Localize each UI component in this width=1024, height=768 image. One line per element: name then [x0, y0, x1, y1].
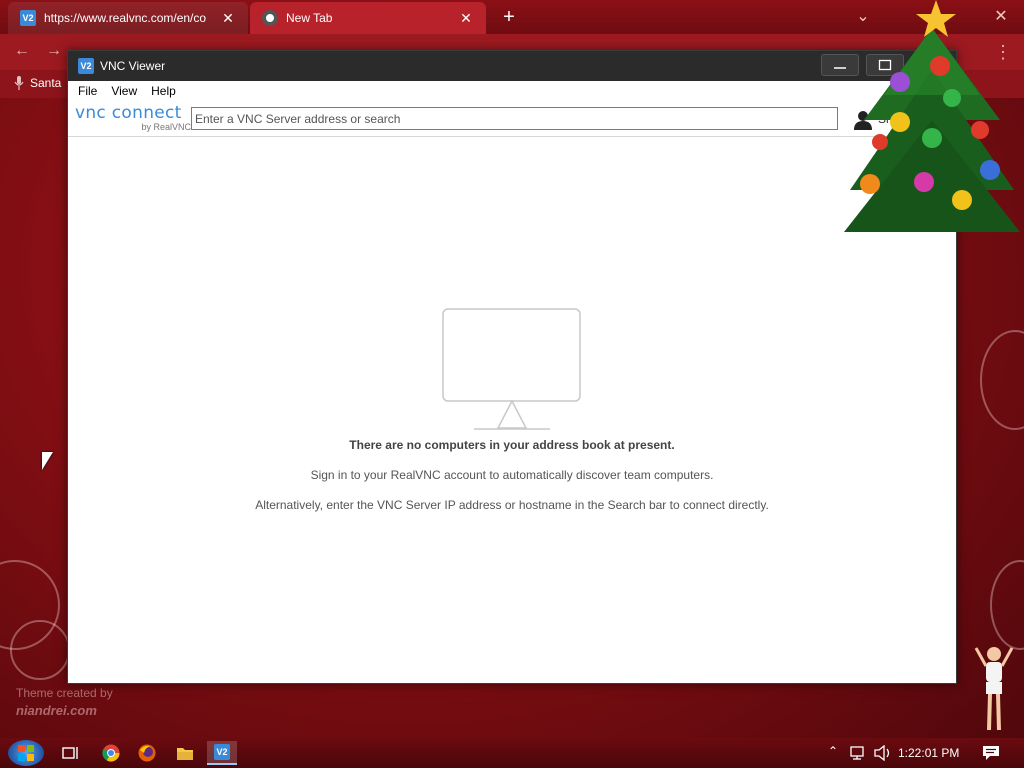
search-input[interactable] [191, 107, 838, 130]
credit-site: niandrei.com [16, 703, 97, 718]
christmas-tree-icon [844, 0, 1020, 232]
browser-tab-realvnc[interactable]: V2 https://www.realvnc.com/en/co ✕ [8, 2, 248, 34]
chrome-icon [262, 10, 278, 26]
forward-icon[interactable]: → [46, 42, 62, 60]
folder-icon [177, 748, 193, 760]
vnc-icon: V2 [20, 10, 36, 26]
brand-name: vnc connect [75, 103, 182, 123]
start-button[interactable] [8, 740, 44, 766]
vnc-icon: V2 [78, 58, 94, 74]
microphone-icon [14, 76, 24, 90]
tab-title: https://www.realvnc.com/en/co [44, 11, 207, 25]
credit-line: Theme created by [16, 686, 113, 700]
taskbar: V2 ⌃ 1:22:01 PM [0, 738, 1024, 768]
chrome-icon [102, 744, 120, 762]
decorative-swirl [10, 620, 70, 680]
firefox-icon [138, 744, 156, 762]
taskbar-clock[interactable]: 1:22:01 PM [898, 746, 959, 760]
monitor-icon [442, 308, 581, 430]
taskbar-vnc-viewer[interactable]: V2 [207, 741, 237, 765]
empty-state-search-text: Alternatively, enter the VNC Server IP a… [255, 498, 769, 512]
tab-title: New Tab [286, 11, 333, 25]
volume-icon[interactable] [874, 745, 892, 761]
network-icon[interactable] [850, 746, 868, 760]
vnc-viewer-window: V2 VNC Viewer File View Help vnc connect… [67, 50, 957, 684]
empty-state-heading: There are no computers in your address b… [349, 438, 675, 452]
close-icon[interactable]: ✕ [220, 10, 236, 27]
decorative-swirl [980, 330, 1024, 430]
menu-help[interactable]: Help [151, 84, 183, 98]
windows-logo-icon [18, 745, 34, 761]
close-icon[interactable]: ✕ [458, 10, 474, 27]
menu-file[interactable]: File [78, 84, 104, 98]
bookmark-label: Santa [30, 76, 62, 90]
vnc-connect-logo: vnc connect by RealVNC [75, 103, 191, 133]
bookmark-santa[interactable]: Santa [14, 76, 61, 90]
window-titlebar[interactable]: V2 VNC Viewer [68, 51, 956, 81]
vnc-icon: V2 [214, 744, 230, 760]
theme-credit: Theme created by niandrei.com [16, 684, 113, 720]
taskbar-chrome[interactable] [96, 741, 126, 765]
search-bar: vnc connect by RealVNC Si [68, 101, 956, 137]
new-tab-button[interactable]: + [498, 6, 520, 29]
taskbar-file-explorer[interactable] [170, 741, 200, 765]
window-title: VNC Viewer [100, 59, 166, 73]
chevron-up-icon[interactable]: ⌃ [828, 744, 838, 758]
dancer-figure-icon [974, 647, 1014, 731]
browser-tab-new-tab[interactable]: New Tab ✕ [250, 2, 486, 34]
decorative-swirl [990, 560, 1024, 650]
brand-sub: by RealVNC [141, 122, 191, 132]
task-view-icon [62, 747, 78, 759]
menu-view[interactable]: View [111, 84, 144, 98]
mouse-cursor-icon [42, 452, 53, 470]
empty-state-signin-text: Sign in to your RealVNC account to autom… [310, 468, 714, 482]
task-view-button[interactable] [56, 741, 86, 765]
address-book-area: There are no computers in your address b… [68, 138, 956, 683]
taskbar-firefox[interactable] [132, 741, 162, 765]
menu-bar: File View Help [68, 81, 956, 101]
back-icon[interactable]: ← [14, 42, 30, 60]
notification-icon[interactable] [982, 745, 1000, 761]
